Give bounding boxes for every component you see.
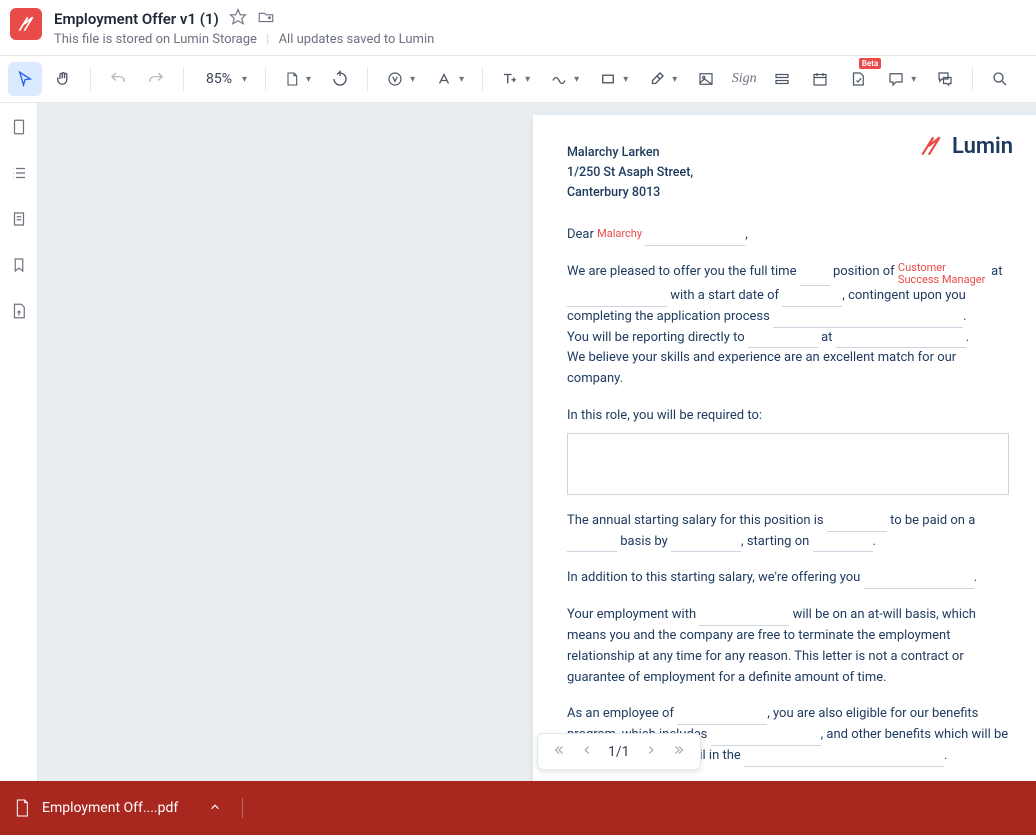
role-box[interactable] [567,433,1009,495]
star-icon[interactable] [229,8,247,30]
freehand-tool[interactable]: ▾ [542,62,587,96]
title-block: Employment Offer v1 (1) This file is sto… [54,8,434,47]
chevron-down-icon: ▾ [306,74,311,85]
thumbnails-panel-button[interactable] [7,115,31,139]
pdf-page: Lumin Malarchy Larken 1/250 St Asaph Str… [533,115,1036,782]
offer-paragraph: We are pleased to offer you the full tim… [567,262,1009,390]
download-item[interactable]: Employment Off....pdf [14,798,243,818]
sign-label: Sign [732,71,757,87]
addr-street: 1/250 St Asaph Street, [567,163,1009,183]
subtitle: This file is stored on Lumin Storage | A… [54,32,434,47]
save-status-text: All updates saved to Lumin [279,32,435,47]
select-tool[interactable] [8,62,42,96]
chevron-down-icon: ▾ [459,74,464,85]
role-block: In this role, you will be required to: [567,406,1009,495]
download-bar: Employment Off....pdf [0,781,1036,835]
comment-tool[interactable]: ▾ [879,62,924,96]
zoom-level-text: 85% [202,71,236,87]
date-tool[interactable] [803,62,837,96]
shape-tool[interactable]: ▾ [591,62,636,96]
main-area: Lumin Malarchy Larken 1/250 St Asaph Str… [0,103,1036,782]
chevron-down-icon: ▾ [525,74,530,85]
atwill-paragraph: Your employment with will be on an at-wi… [567,605,1009,688]
outline-panel-button[interactable] [7,161,31,185]
main-toolbar: 85% ▾ ▾ ▾ ▾ ▾ ▾ ▾ ▾ Sign [0,56,1036,103]
additional-paragraph: In addition to this starting salary, we'… [567,568,1009,589]
beta-badge: Beta [859,58,881,69]
eraser-tool[interactable]: ▾ [640,62,685,96]
app-header: Employment Offer v1 (1) This file is sto… [0,0,1036,56]
document-body: Malarchy Larken 1/250 St Asaph Street, C… [567,143,1009,782]
fill-sign-tool[interactable]: Beta [841,62,875,96]
document-title[interactable]: Employment Offer v1 (1) [54,10,219,28]
zoom-dropdown[interactable]: 85% ▾ [194,62,255,96]
pan-tool[interactable] [46,62,80,96]
lumin-brand: Lumin [918,133,1013,159]
attachments-panel-button[interactable] [7,299,31,323]
storage-text: This file is stored on Lumin Storage [54,32,257,47]
draw-tool[interactable]: ▾ [378,62,423,96]
download-chevron-up-icon[interactable] [208,799,222,818]
sign-tool[interactable]: Sign [727,62,761,96]
chevron-down-icon: ▾ [410,74,415,85]
last-page-button[interactable] [672,742,686,761]
first-page-button[interactable] [552,742,566,761]
greeting-line: Dear Malarchy , [567,225,1009,246]
next-page-button[interactable] [644,742,658,761]
chevron-down-icon: ▾ [672,74,677,85]
addr-city: Canterbury 8013 [567,183,1009,203]
text-style-tool[interactable]: ▾ [427,62,472,96]
redo-button[interactable] [139,62,173,96]
page-indicator[interactable]: 1/1 [608,744,630,760]
form-field-tool[interactable] [765,62,799,96]
chevron-down-icon: ▾ [911,74,916,85]
chevron-down-icon: ▾ [574,74,579,85]
download-filename: Employment Off....pdf [42,800,178,816]
chat-tool[interactable] [928,62,962,96]
recipient-fill[interactable]: Malarchy [597,225,642,243]
rotate-tool[interactable] [323,62,357,96]
image-tool[interactable] [689,62,723,96]
page-tool[interactable]: ▾ [276,62,319,96]
search-button[interactable] [983,62,1017,96]
bookmarks-panel-button[interactable] [7,253,31,277]
prev-page-button[interactable] [580,742,594,761]
chevron-down-icon: ▾ [623,74,628,85]
position-fill[interactable]: Customer Success Manager [898,262,988,286]
annotations-panel-button[interactable] [7,207,31,231]
chevron-down-icon: ▾ [242,74,247,85]
left-sidebar [0,103,38,782]
app-logo-icon [10,8,42,40]
brand-text: Lumin [952,134,1013,159]
pdf-file-icon [14,798,30,818]
document-canvas[interactable]: Lumin Malarchy Larken 1/250 St Asaph Str… [38,103,1036,782]
add-text-tool[interactable]: ▾ [493,62,538,96]
salary-paragraph: The annual starting salary for this posi… [567,511,1009,553]
folder-move-icon[interactable] [257,8,275,30]
undo-button[interactable] [101,62,135,96]
page-navigator: 1/1 [537,733,701,770]
